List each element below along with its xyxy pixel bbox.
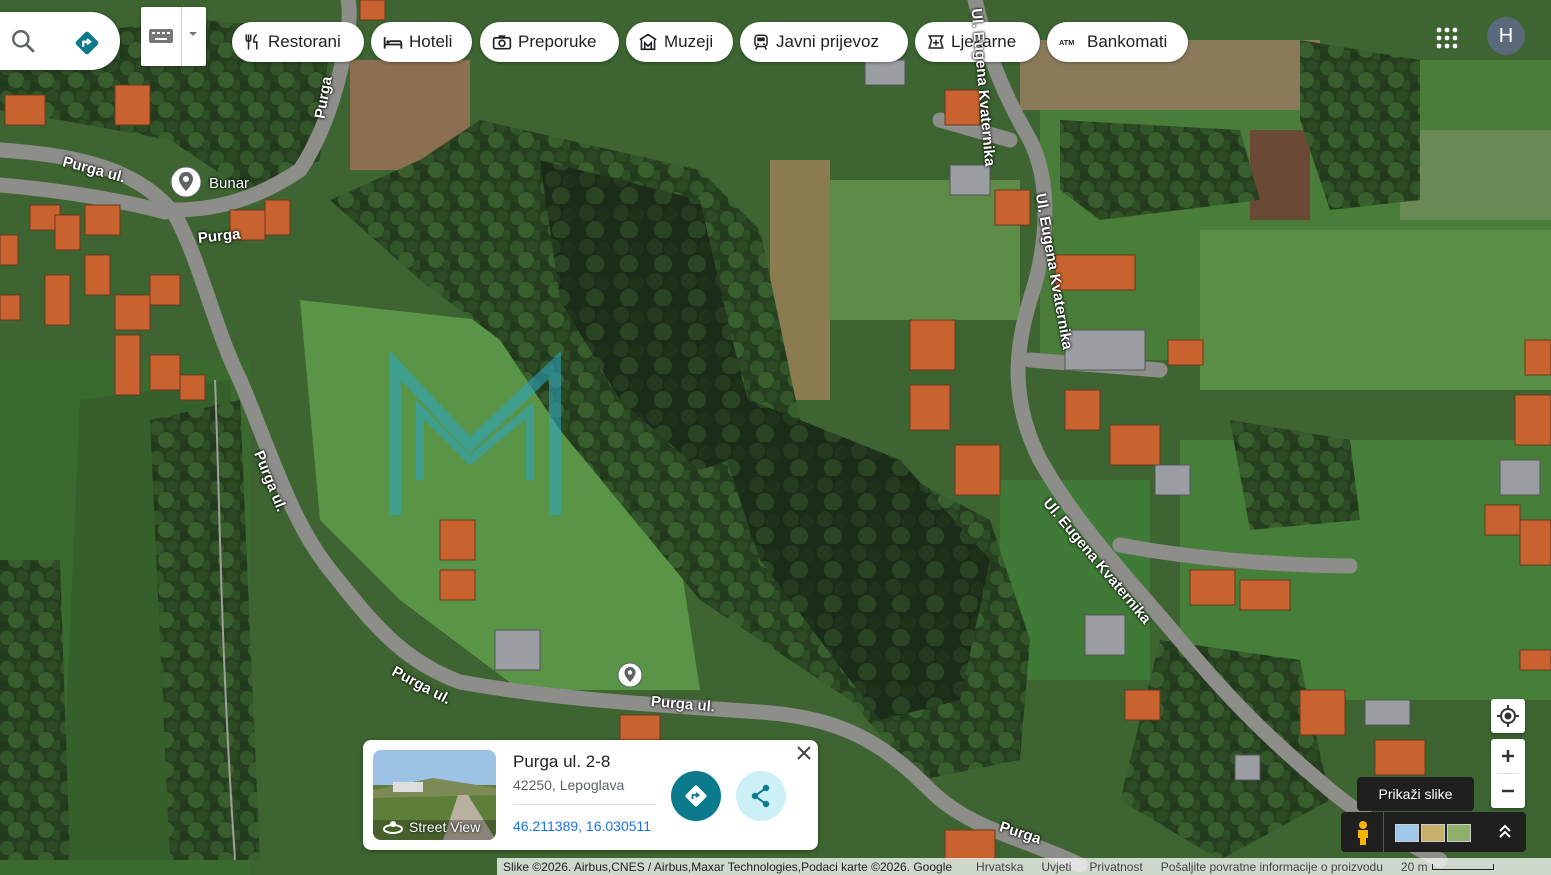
museum-icon — [639, 33, 657, 51]
chip-atms[interactable]: ATM Bankomati — [1047, 22, 1188, 62]
zoom-controls — [1491, 739, 1525, 808]
zoom-out-icon[interactable] — [1491, 774, 1525, 808]
transit-icon — [754, 34, 768, 50]
map-footer: Slike ©2026. Airbus,CNES / Airbus,Maxar … — [497, 858, 1551, 875]
directions-icon[interactable] — [72, 28, 102, 58]
hotel-icon — [383, 37, 403, 49]
feedback-link[interactable]: Pošaljite povratne informacije o proizvo… — [1161, 860, 1383, 874]
place-pin-icon[interactable] — [170, 166, 202, 200]
divider — [181, 7, 182, 66]
chip-label: Restorani — [268, 32, 341, 51]
directions-button[interactable] — [671, 771, 721, 821]
terms-link[interactable]: Uvjeti — [1041, 860, 1071, 874]
expand-up-icon[interactable] — [1496, 822, 1514, 840]
restaurant-icon — [245, 33, 258, 50]
layer-thumb-satellite[interactable] — [1447, 824, 1471, 842]
divider — [1383, 812, 1384, 852]
chip-museums[interactable]: Muzeji — [626, 22, 733, 62]
search-panel — [0, 12, 120, 70]
chip-label: Muzeji — [664, 32, 714, 51]
chip-recommendations[interactable]: Preporuke — [480, 22, 619, 62]
apps-grid-icon[interactable] — [1436, 27, 1458, 49]
layer-thumb-transit[interactable] — [1395, 824, 1419, 842]
country-link[interactable]: Hrvatska — [976, 860, 1023, 874]
share-button[interactable] — [736, 771, 786, 821]
chip-hotels[interactable]: Hoteli — [371, 22, 472, 62]
street-view-icon — [383, 821, 403, 834]
chip-label: Javni prijevoz — [776, 32, 879, 51]
camera-icon — [492, 35, 512, 50]
search-icon[interactable] — [10, 28, 36, 54]
chip-restaurants[interactable]: Restorani — [232, 22, 364, 62]
share-icon — [751, 784, 770, 808]
place-title: Purga ul. 2-8 — [513, 752, 611, 771]
street-view-label[interactable]: Street View — [383, 819, 480, 835]
place-address: 42250, Lepoglava — [513, 777, 625, 793]
chip-transit[interactable]: Javni prijevoz — [740, 22, 908, 62]
layers-tooltip: Prikaži slike — [1357, 777, 1474, 811]
directions-icon — [685, 785, 707, 807]
close-icon[interactable] — [795, 744, 813, 762]
zoom-in-icon[interactable] — [1491, 739, 1525, 773]
scale-label[interactable]: 20 m — [1401, 860, 1428, 874]
pharmacy-icon — [928, 35, 944, 49]
attribution-text: Slike ©2026. Airbus,CNES / Airbus,Maxar … — [503, 859, 953, 874]
place-coordinates[interactable]: 46.211389, 16.030511 — [513, 818, 651, 834]
scale-bar — [1431, 863, 1494, 870]
chevron-down-icon[interactable] — [187, 29, 199, 39]
keyboard-icon — [149, 29, 173, 43]
chip-label: Hoteli — [409, 32, 453, 51]
account-avatar[interactable]: H — [1487, 17, 1525, 55]
place-info-card: Street View Purga ul. 2-8 42250, Lepogla… — [363, 740, 818, 850]
chip-label: Bankomati — [1087, 32, 1168, 51]
layer-thumb-terrain[interactable] — [1421, 824, 1445, 842]
svg-text:ATM: ATM — [1059, 38, 1074, 47]
input-tools-button[interactable] — [141, 7, 206, 66]
privacy-link[interactable]: Privatnost — [1089, 860, 1142, 874]
map-label-bunar[interactable]: Bunar — [209, 175, 249, 192]
layers-bar — [1341, 812, 1526, 852]
divider — [513, 804, 656, 805]
chip-label: Preporuke — [518, 32, 597, 51]
my-location-icon — [1497, 705, 1519, 727]
my-location-button[interactable] — [1491, 699, 1525, 733]
atm-icon: ATM — [1059, 38, 1074, 47]
selected-location-pin-icon[interactable] — [617, 662, 643, 688]
street-view-text: Street View — [409, 819, 481, 835]
street-view-thumbnail[interactable]: Street View — [373, 750, 496, 840]
pegman-icon[interactable] — [1353, 820, 1373, 846]
